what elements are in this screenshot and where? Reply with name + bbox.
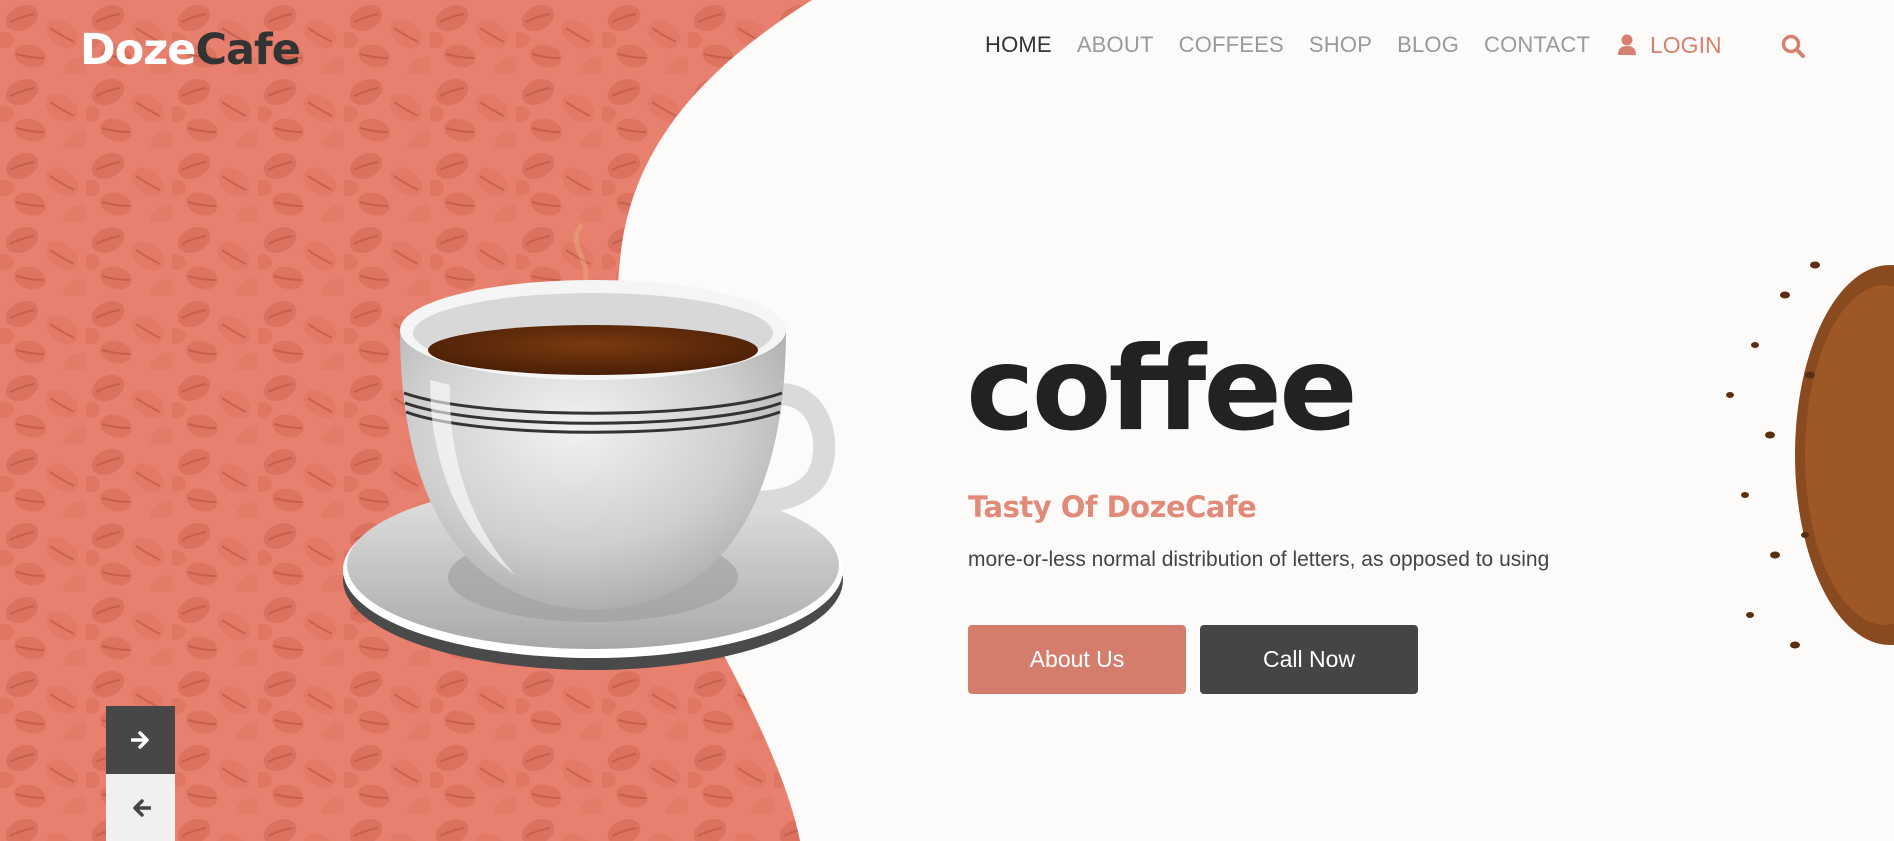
nav-contact[interactable]: CONTACT bbox=[1484, 30, 1590, 60]
arrow-right-icon bbox=[130, 731, 149, 749]
call-now-button[interactable]: Call Now bbox=[1200, 625, 1418, 694]
nav-about[interactable]: ABOUT bbox=[1077, 30, 1154, 60]
coffee-beans-image bbox=[1726, 261, 1894, 649]
about-us-button[interactable]: About Us bbox=[968, 625, 1186, 694]
nav-home[interactable]: HOME bbox=[985, 30, 1052, 60]
login-link[interactable]: LOGIN bbox=[1617, 30, 1722, 60]
hero-description: more-or-less normal distribution of lett… bbox=[968, 548, 1550, 571]
logo-part-cafe: Cafe bbox=[195, 25, 300, 75]
arrow-left-icon bbox=[132, 798, 151, 817]
slider-prev-button[interactable] bbox=[106, 774, 175, 841]
brand-logo[interactable]: DozeCafe bbox=[80, 22, 301, 78]
user-icon bbox=[1618, 34, 1636, 55]
slider-next-button[interactable] bbox=[106, 706, 175, 774]
nav-coffees[interactable]: COFFEES bbox=[1179, 30, 1284, 60]
login-label: LOGIN bbox=[1650, 32, 1722, 58]
nav-blog[interactable]: BLOG bbox=[1397, 30, 1459, 60]
search-icon[interactable] bbox=[1780, 33, 1806, 59]
main-nav: HOME ABOUT COFFEES SHOP BLOG CONTACT bbox=[985, 30, 1615, 60]
logo-part-doze: Doze bbox=[80, 25, 196, 75]
hero-background bbox=[0, 0, 1894, 841]
hero-title: coffee bbox=[966, 322, 1358, 457]
hero-subtitle: Tasty Of DozeCafe bbox=[968, 490, 1257, 524]
nav-shop[interactable]: SHOP bbox=[1309, 30, 1372, 60]
coffee-cup-image bbox=[343, 223, 843, 670]
